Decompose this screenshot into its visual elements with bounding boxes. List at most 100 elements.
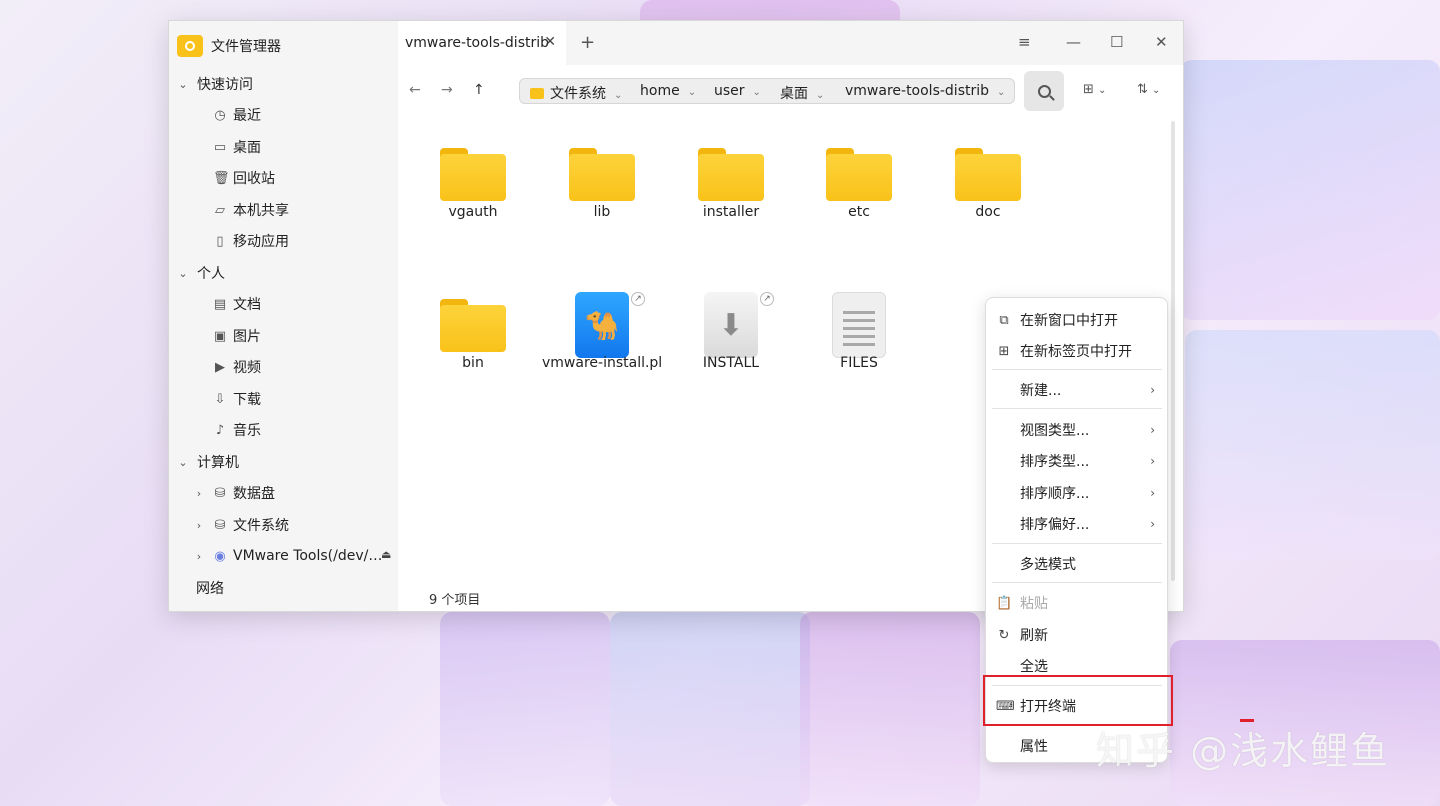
- menu-item-refresh[interactable]: ↻ 刷新: [986, 621, 1169, 649]
- sidebar-item-data-disk[interactable]: › ⛁ 数据盘: [193, 479, 275, 507]
- chevron-right-icon: ›: [1150, 486, 1155, 500]
- video-icon: ▶: [215, 359, 225, 375]
- new-tab-icon[interactable]: +: [580, 32, 595, 53]
- folder-outline-icon: ▱: [215, 202, 225, 218]
- clock-icon: ◷: [214, 107, 226, 123]
- sidebar-group-label: 个人: [197, 266, 225, 282]
- close-window-icon[interactable]: ✕: [1155, 33, 1168, 51]
- menu-item-sort-preference[interactable]: 排序偏好... ›: [986, 510, 1169, 538]
- sidebar-item-label: 本机共享: [233, 203, 289, 219]
- sidebar-item-music[interactable]: ♪ 音乐: [213, 416, 261, 444]
- sidebar-item-recent[interactable]: ◷ 最近: [213, 101, 261, 129]
- sidebar-group-personal[interactable]: ⌄ 个人: [177, 259, 225, 287]
- sidebar-item-label: 图片: [233, 329, 261, 345]
- image-icon: ▣: [213, 328, 227, 344]
- sidebar-item-label: 下载: [233, 392, 261, 408]
- folder-item-bin[interactable]: bin: [413, 292, 533, 382]
- folder-icon: [440, 148, 506, 201]
- sidebar-item-filesystem[interactable]: › ⛁ 文件系统: [193, 511, 289, 539]
- sidebar-group-computer[interactable]: ⌄ 计算机: [177, 448, 239, 476]
- back-icon[interactable]: ←: [409, 82, 421, 98]
- folder-icon: [698, 148, 764, 201]
- clipboard-icon: 📋: [996, 595, 1013, 611]
- menu-icon[interactable]: ≡: [1018, 33, 1031, 51]
- forward-icon[interactable]: →: [441, 82, 453, 98]
- breadcrumb-item[interactable]: 文件系统 ⌄: [530, 83, 622, 103]
- tab-label: vmware-tools-distrib: [405, 35, 550, 51]
- menu-item-sort-order[interactable]: 排序顺序... ›: [986, 479, 1169, 507]
- menu-item-sort-type[interactable]: 排序类型... ›: [986, 447, 1169, 475]
- maximize-icon[interactable]: ☐: [1110, 33, 1123, 51]
- chevron-down-icon: ⌄: [178, 455, 188, 469]
- folder-item-vgauth[interactable]: vgauth: [413, 141, 533, 231]
- menu-item-new[interactable]: 新建... ›: [986, 376, 1169, 404]
- chevron-right-icon[interactable]: ›: [193, 487, 205, 500]
- sidebar-item-documents[interactable]: ▤ 文档: [213, 290, 261, 318]
- perl-script-icon: 🐪: [575, 292, 629, 358]
- file-name: lib: [593, 204, 611, 220]
- sidebar-item-downloads[interactable]: ⇩ 下载: [213, 385, 261, 413]
- file-name: vgauth: [448, 204, 498, 220]
- sidebar-item-network[interactable]: 网络: [196, 574, 224, 602]
- breadcrumb-item[interactable]: vmware-tools-distrib ⌄: [845, 83, 1005, 99]
- sidebar-group-label: 快速访问: [197, 77, 253, 93]
- menu-item-open-new-window[interactable]: ⧉ 在新窗口中打开: [986, 306, 1169, 334]
- menu-item-multi-select[interactable]: 多选模式: [986, 550, 1169, 578]
- folder-item-installer[interactable]: installer: [671, 141, 791, 231]
- file-item-vmware-install-pl[interactable]: 🐪 ↗ vmware-install.pl: [542, 292, 662, 382]
- sort-icon[interactable]: ⇅ ⌄: [1137, 82, 1160, 97]
- symlink-icon: ↗: [760, 292, 774, 306]
- file-name: installer: [702, 204, 760, 220]
- file-name: etc: [848, 204, 870, 220]
- file-item-files[interactable]: FILES: [799, 292, 919, 382]
- breadcrumb-item[interactable]: home ⌄: [640, 83, 696, 99]
- new-window-icon: ⧉: [999, 312, 1009, 328]
- scrollbar[interactable]: [1171, 121, 1175, 581]
- sidebar-item-label: 数据盘: [233, 486, 275, 502]
- breadcrumb-item[interactable]: 桌面 ⌄: [780, 83, 824, 103]
- menu-item-open-new-tab[interactable]: ⊞ 在新标签页中打开: [986, 337, 1169, 365]
- file-item-install[interactable]: ⬇ ↗ INSTALL: [671, 292, 791, 382]
- search-button[interactable]: [1024, 71, 1064, 111]
- chevron-down-icon: ⌄: [997, 87, 1006, 98]
- sidebar: 文件管理器 ⌄ 快速访问 ◷ 最近 ▭ 桌面 🗑 回收站 ▱ 本机共享 ▯ 移动…: [169, 21, 398, 611]
- sidebar-item-label: 网络: [196, 581, 224, 597]
- sidebar-item-label: 桌面: [233, 140, 261, 156]
- folder-item-etc[interactable]: etc: [799, 141, 919, 231]
- search-icon: [1037, 84, 1051, 98]
- new-tab-icon: ⊞: [998, 343, 1010, 359]
- view-mode-icon[interactable]: ⊞ ⌄: [1083, 82, 1106, 97]
- folder-icon: [440, 299, 506, 352]
- sidebar-item-mobile-apps[interactable]: ▯ 移动应用: [213, 227, 289, 255]
- sidebar-item-trash[interactable]: 🗑 回收站: [213, 164, 275, 192]
- sidebar-item-pictures[interactable]: ▣ 图片: [213, 322, 261, 350]
- sidebar-item-local-share[interactable]: ▱ 本机共享: [213, 196, 289, 224]
- tab-vmware-tools-distrib[interactable]: vmware-tools-distrib ✕: [398, 21, 566, 65]
- folder-item-doc[interactable]: doc: [928, 141, 1048, 231]
- chevron-down-icon: ⌄: [614, 90, 623, 101]
- sidebar-item-label: VMware Tools(/dev/…: [233, 548, 383, 564]
- chevron-right-icon[interactable]: ›: [193, 550, 205, 563]
- menu-divider: [992, 543, 1162, 544]
- sidebar-item-desktop[interactable]: ▭ 桌面: [213, 133, 261, 161]
- status-item-count: 9 个项目: [429, 593, 481, 608]
- close-tab-icon[interactable]: ✕: [544, 34, 556, 50]
- chevron-right-icon: ›: [1150, 517, 1155, 531]
- chevron-right-icon: ›: [1150, 423, 1155, 437]
- file-name: doc: [975, 204, 1001, 220]
- menu-item-view-type[interactable]: 视图类型... ›: [986, 416, 1169, 444]
- document-icon: ▤: [213, 296, 227, 312]
- sidebar-item-videos[interactable]: ▶ 视频: [213, 353, 261, 381]
- up-icon[interactable]: ↑: [473, 82, 485, 98]
- breadcrumb-item[interactable]: user ⌄: [714, 83, 761, 99]
- eject-icon[interactable]: ⏏: [381, 548, 391, 561]
- menu-item-paste: 📋 粘贴: [996, 595, 1048, 613]
- file-name: vmware-install.pl: [542, 355, 663, 371]
- folder-item-lib[interactable]: lib: [542, 141, 662, 231]
- sidebar-item-vmware-tools[interactable]: › ◉ VMware Tools(/dev/…: [193, 542, 383, 570]
- sidebar-item-label: 音乐: [233, 423, 261, 439]
- file-name: INSTALL: [702, 355, 760, 371]
- chevron-right-icon[interactable]: ›: [193, 519, 205, 532]
- sidebar-group-quick-access[interactable]: ⌄ 快速访问: [177, 70, 253, 98]
- minimize-icon[interactable]: —: [1066, 33, 1081, 51]
